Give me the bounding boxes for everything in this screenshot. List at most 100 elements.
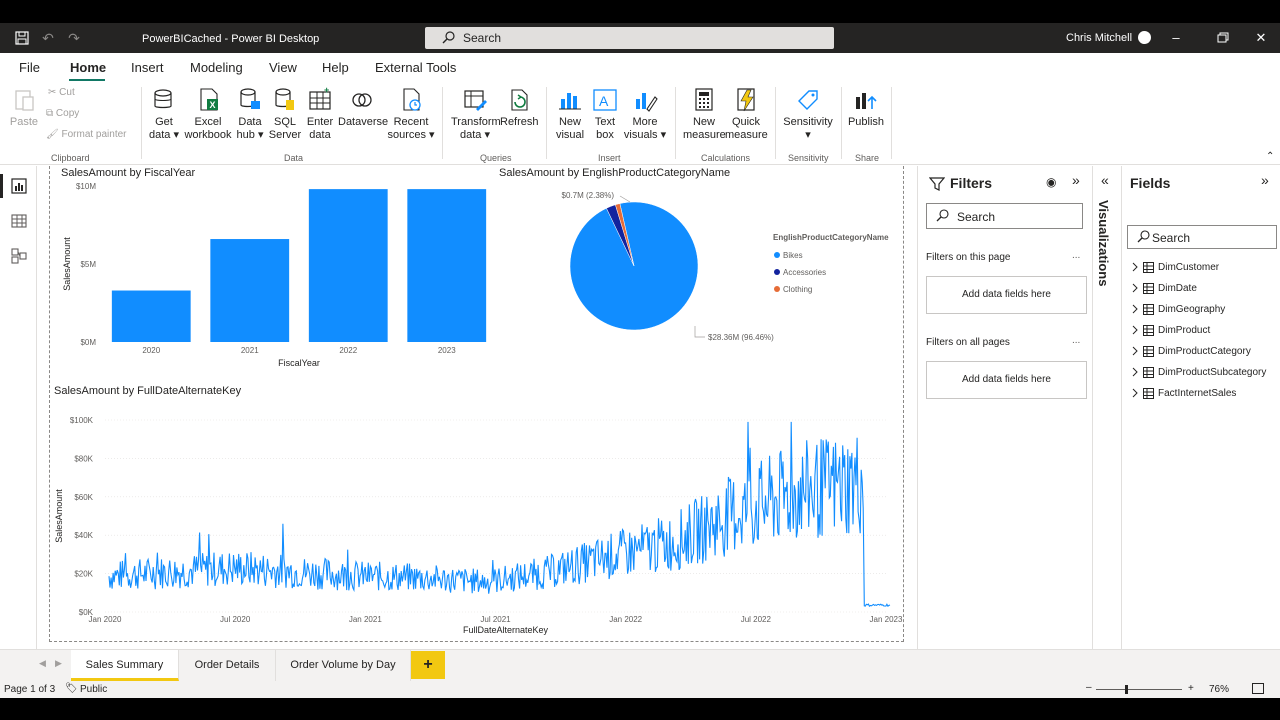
user-name[interactable]: Chris Mitchell [1066, 32, 1132, 44]
line-series [108, 421, 891, 608]
sql-server-button[interactable]: SQL Server [268, 87, 302, 142]
pie-chart[interactable]: $0.7M (2.38%) $28.36M (96.46%) EnglishProd… [500, 180, 903, 370]
chevron-right-icon[interactable] [1131, 283, 1139, 293]
visualizations-pane[interactable]: « Visualizations [1094, 166, 1122, 649]
collapse-filters-icon[interactable]: » [1072, 172, 1080, 188]
get-data-button[interactable]: Get data ▾ [146, 87, 182, 142]
filters-search-placeholder: Search [957, 210, 996, 224]
undo-icon[interactable]: ↶ [40, 30, 56, 46]
zoom-in-button[interactable]: + [1188, 683, 1194, 694]
title-search-input[interactable]: Search [425, 27, 834, 49]
filters-this-page-dropzone[interactable]: Add data fields here [926, 276, 1087, 314]
excel-workbook-button[interactable]: X Excel workbook [183, 87, 233, 142]
copy-label: Copy [55, 108, 80, 119]
add-page-button[interactable]: + [411, 651, 445, 679]
legend-item: Accessories [783, 268, 826, 277]
prev-page-icon[interactable]: ◀ [39, 658, 46, 669]
collapse-ribbon-icon[interactable]: ⌃ [1266, 151, 1274, 162]
tab-order-details[interactable]: Order Details [179, 650, 276, 681]
sensitivity-label-icon: 🏷 [65, 683, 78, 694]
field-table-name: FactInternetSales [1158, 388, 1237, 399]
chevron-right-icon[interactable] [1131, 346, 1139, 356]
zoom-slider[interactable] [1096, 689, 1182, 690]
transform-data-button[interactable]: Transform data ▾ [451, 87, 501, 142]
pie-legend-title: EnglishProductCategoryName [773, 233, 889, 242]
expand-visualizations-icon[interactable]: « [1101, 172, 1109, 188]
filters-this-page-more[interactable]: ... [1072, 250, 1080, 261]
y-tick-label: $10M [76, 182, 96, 191]
collapse-fields-icon[interactable]: » [1261, 172, 1269, 188]
menu-home[interactable]: Home [70, 60, 106, 75]
transform-label-2: data ▾ [460, 129, 490, 141]
table-icon [1143, 262, 1154, 273]
filters-all-pages-dropzone[interactable]: Add data fields here [926, 361, 1087, 399]
ribbon-separator [675, 87, 676, 159]
maximize-button[interactable] [1213, 29, 1231, 47]
new-visual-button[interactable]: New visual [553, 87, 587, 142]
format-painter-button[interactable]: 🖌 Format painter [46, 129, 127, 140]
save-icon[interactable] [14, 30, 30, 46]
x-tick-label: 2020 [142, 346, 160, 355]
menu-insert[interactable]: Insert [131, 60, 164, 75]
menu-view[interactable]: View [269, 60, 297, 75]
model-view-icon[interactable] [10, 247, 28, 265]
dataverse-button[interactable]: Dataverse [338, 87, 388, 129]
sensitivity-button[interactable]: Sensitivity ▾ [781, 87, 835, 142]
cut-label: Cut [59, 87, 75, 98]
chevron-right-icon[interactable] [1131, 367, 1139, 377]
legend-marker [774, 286, 780, 292]
recent-sources-button[interactable]: Recent sources ▾ [387, 87, 435, 142]
tab-order-volume-by-day[interactable]: Order Volume by Day [276, 650, 411, 681]
next-page-icon[interactable]: ▶ [55, 658, 62, 669]
report-canvas-area: SalesAmount by FiscalYear $0M $5M $10M 2020… [38, 166, 916, 649]
y-tick-label: $80K [74, 454, 93, 463]
eye-icon[interactable]: ◉ [1046, 175, 1056, 189]
y-axis-title: SalesAmount [62, 237, 72, 291]
leader-line [619, 195, 631, 203]
filters-search-input[interactable]: Search [926, 203, 1083, 229]
minimize-button[interactable]: – [1167, 29, 1185, 47]
menu-external-tools[interactable]: External Tools [375, 60, 456, 75]
report-view-icon[interactable] [10, 177, 28, 195]
publish-button[interactable]: Publish [846, 87, 886, 129]
avatar[interactable] [1138, 31, 1151, 44]
fields-search-input[interactable]: Search [1127, 225, 1277, 249]
text-box-button[interactable]: A Text box [590, 87, 620, 142]
tab-sales-summary[interactable]: Sales Summary [71, 650, 179, 681]
x-axis-title: FiscalYear [278, 358, 320, 368]
sql-label-2: Server [268, 129, 302, 141]
field-table-name: DimGeography [1158, 304, 1226, 315]
new-measure-button[interactable]: New measure [683, 87, 726, 142]
chevron-right-icon[interactable] [1131, 262, 1139, 272]
visualizations-title[interactable]: Visualizations [1096, 200, 1111, 286]
x-tick-label: Jan 2020 [89, 615, 122, 624]
zoom-out-button[interactable]: – [1086, 682, 1092, 693]
data-hub-button[interactable]: Data hub ▾ [233, 87, 267, 142]
filters-all-pages-more[interactable]: ... [1072, 335, 1080, 346]
enter-data-button[interactable]: + Enter data [303, 85, 337, 142]
more-visuals-button[interactable]: More visuals ▾ [622, 87, 668, 142]
menu-help[interactable]: Help [322, 60, 349, 75]
close-button[interactable]: ✕ [1252, 29, 1270, 47]
menu-modeling[interactable]: Modeling [190, 60, 243, 75]
chevron-right-icon[interactable] [1131, 325, 1139, 335]
data-view-icon[interactable] [10, 212, 28, 230]
sensitivity-status[interactable]: Public [80, 684, 107, 695]
chevron-right-icon[interactable] [1131, 304, 1139, 314]
redo-icon[interactable]: ↷ [66, 30, 82, 46]
fit-to-page-icon[interactable] [1252, 683, 1264, 694]
get-data-label: Get [155, 116, 173, 128]
refresh-button[interactable]: Refresh [500, 87, 539, 129]
chevron-right-icon[interactable] [1131, 388, 1139, 398]
copy-button[interactable]: ⧉ Copy [46, 108, 79, 119]
line-chart[interactable]: $0K$20K$40K$60K$80K$100KJan 2020 Jul 2020… [50, 398, 903, 641]
quick-measure-button[interactable]: Quick measure [725, 87, 768, 142]
menu-file[interactable]: File [19, 60, 40, 75]
zoom-slider-thumb[interactable] [1125, 685, 1128, 694]
enter-data-label: Enter [306, 116, 334, 128]
cut-button[interactable]: ✂ Cut [48, 87, 75, 98]
y-tick-label: $60K [74, 493, 93, 502]
bar-chart[interactable]: $0M $5M $10M 2020 2021 2022 2023 FiscalYear Sale… [50, 180, 500, 370]
data-hub-label: Data [238, 116, 262, 128]
paste-button[interactable]: Paste [8, 87, 40, 129]
